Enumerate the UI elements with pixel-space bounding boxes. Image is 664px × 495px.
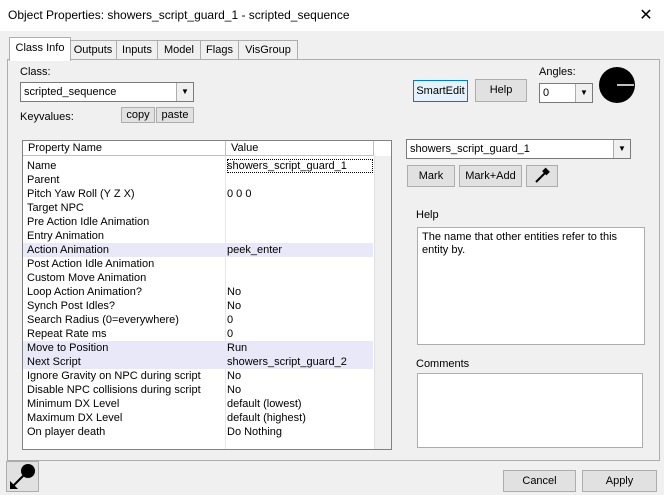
property-value: No (227, 384, 242, 396)
table-row[interactable]: Search Radius (0=everywhere) 0 (23, 313, 373, 327)
pointer-tool-button[interactable] (6, 461, 39, 492)
property-value: default (highest) (227, 412, 306, 424)
property-value: 0 0 0 (227, 188, 252, 200)
angles-label: Angles: (539, 66, 576, 78)
table-row[interactable]: Synch Post Idles? No (23, 299, 373, 313)
smartedit-button[interactable]: SmartEdit (413, 80, 468, 102)
property-value: peek_enter (227, 244, 283, 256)
property-name: Post Action Idle Animation (27, 258, 155, 270)
value-dropdown[interactable]: showers_script_guard_1 ▼ (406, 139, 631, 159)
column-header-property-name[interactable]: Property Name (23, 141, 226, 156)
cancel-button[interactable]: Cancel (503, 470, 576, 492)
property-value: Run (227, 342, 248, 354)
property-name: Repeat Rate ms (27, 328, 107, 340)
property-name: Next Script (27, 356, 81, 368)
table-row[interactable]: Repeat Rate ms 0 (23, 327, 373, 341)
property-name: Target NPC (27, 202, 84, 214)
table-row[interactable]: Parent (23, 173, 373, 187)
class-value: scripted_sequence (24, 86, 117, 98)
comments-title: Comments (416, 358, 470, 370)
tab-flags[interactable]: Flags (200, 40, 239, 60)
value-text: showers_script_guard_1 (410, 143, 530, 155)
property-name: Action Animation (27, 244, 109, 256)
table-row[interactable]: Minimum DX Level default (lowest) (23, 397, 373, 411)
property-value: showers_script_guard_2 (227, 356, 347, 368)
property-name: On player death (27, 426, 106, 438)
property-value: No (227, 300, 242, 312)
table-row[interactable]: Disable NPC collisions during script No (23, 383, 373, 397)
keyvalues-label: Keyvalues: (20, 111, 74, 123)
help-textbox: The name that other entities refer to th… (417, 227, 645, 345)
table-row[interactable]: Ignore Gravity on NPC during script No (23, 369, 373, 383)
angles-dropdown[interactable]: 0 ▼ (539, 83, 593, 103)
help-title: Help (416, 209, 439, 221)
table-row[interactable]: Pitch Yaw Roll (Y Z X) 0 0 0 (23, 187, 373, 201)
table-row[interactable]: Entry Animation (23, 229, 373, 243)
property-value: 0 (227, 314, 234, 326)
property-name: Loop Action Animation? (27, 286, 142, 298)
table-row[interactable]: Post Action Idle Animation (23, 257, 373, 271)
property-name: Pre Action Idle Animation (27, 216, 150, 228)
grid-scrollbar[interactable] (374, 156, 391, 449)
angle-dial-icon[interactable] (598, 66, 636, 104)
class-dropdown[interactable]: scripted_sequence ▼ (20, 82, 194, 102)
eyedropper-button[interactable] (526, 165, 558, 187)
property-name: Maximum DX Level (27, 412, 123, 424)
pointer-icon (10, 464, 35, 489)
class-label: Class: (20, 66, 51, 78)
help-text: The name that other entities refer to th… (422, 231, 618, 256)
table-row[interactable]: Name showers_script_guard_1 (23, 159, 373, 173)
table-row[interactable]: On player death Do Nothing (23, 425, 373, 439)
property-name: Move to Position (27, 342, 109, 354)
tab-outputs[interactable]: Outputs (69, 40, 117, 60)
property-name: Ignore Gravity on NPC during script (27, 370, 201, 382)
chevron-down-icon[interactable]: ▼ (613, 140, 630, 158)
table-row[interactable]: Pre Action Idle Animation (23, 215, 373, 229)
property-name: Search Radius (0=everywhere) (27, 314, 179, 326)
mark-add-button[interactable]: Mark+Add (459, 165, 522, 187)
tab-inputs[interactable]: Inputs (116, 40, 158, 60)
property-name: Disable NPC collisions during script (27, 384, 201, 396)
table-row[interactable]: Loop Action Animation? No (23, 285, 373, 299)
apply-button[interactable]: Apply (582, 470, 657, 492)
table-row[interactable]: Maximum DX Level default (highest) (23, 411, 373, 425)
column-header-value[interactable]: Value (226, 141, 374, 156)
paste-button[interactable]: paste (156, 107, 194, 123)
angles-value: 0 (543, 87, 550, 99)
tab-class-info[interactable]: Class Info (9, 37, 71, 61)
tab-visgroup[interactable]: VisGroup (238, 40, 298, 60)
help-button[interactable]: Help (475, 79, 527, 102)
property-name: Custom Move Animation (27, 272, 147, 284)
property-value: default (lowest) (227, 398, 302, 410)
property-name: Pitch Yaw Roll (Y Z X) (27, 188, 135, 200)
close-button[interactable]: ✕ (628, 0, 664, 31)
copy-button[interactable]: copy (121, 107, 155, 123)
property-grid[interactable]: Property Name Value Name showers_script_g… (22, 140, 392, 450)
table-row[interactable]: Next Script showers_script_guard_2 (23, 355, 373, 369)
eyedropper-icon (535, 167, 550, 183)
property-value: No (227, 370, 242, 382)
table-row[interactable]: Target NPC (23, 201, 373, 215)
tab-model[interactable]: Model (157, 40, 201, 60)
property-name: Name (27, 160, 57, 172)
property-name: Minimum DX Level (27, 398, 120, 410)
title-bar: Object Properties: showers_script_guard_… (0, 0, 664, 31)
property-name: Entry Animation (27, 230, 105, 242)
property-name: Synch Post Idles? (27, 300, 116, 312)
mark-button[interactable]: Mark (407, 165, 455, 187)
window-title: Object Properties: showers_script_guard_… (8, 8, 350, 22)
chevron-down-icon[interactable]: ▼ (575, 84, 592, 102)
property-value: No (227, 286, 242, 298)
chevron-down-icon[interactable]: ▼ (176, 83, 193, 101)
property-value: Do Nothing (227, 426, 283, 438)
table-row[interactable]: Action Animation peek_enter (23, 243, 373, 257)
table-row[interactable]: Move to Position Run (23, 341, 373, 355)
comments-textarea[interactable] (417, 373, 643, 448)
property-value: showers_script_guard_1 (227, 159, 373, 173)
property-value: 0 (227, 328, 234, 340)
table-row[interactable]: Custom Move Animation (23, 271, 373, 285)
property-name: Parent (27, 174, 60, 186)
